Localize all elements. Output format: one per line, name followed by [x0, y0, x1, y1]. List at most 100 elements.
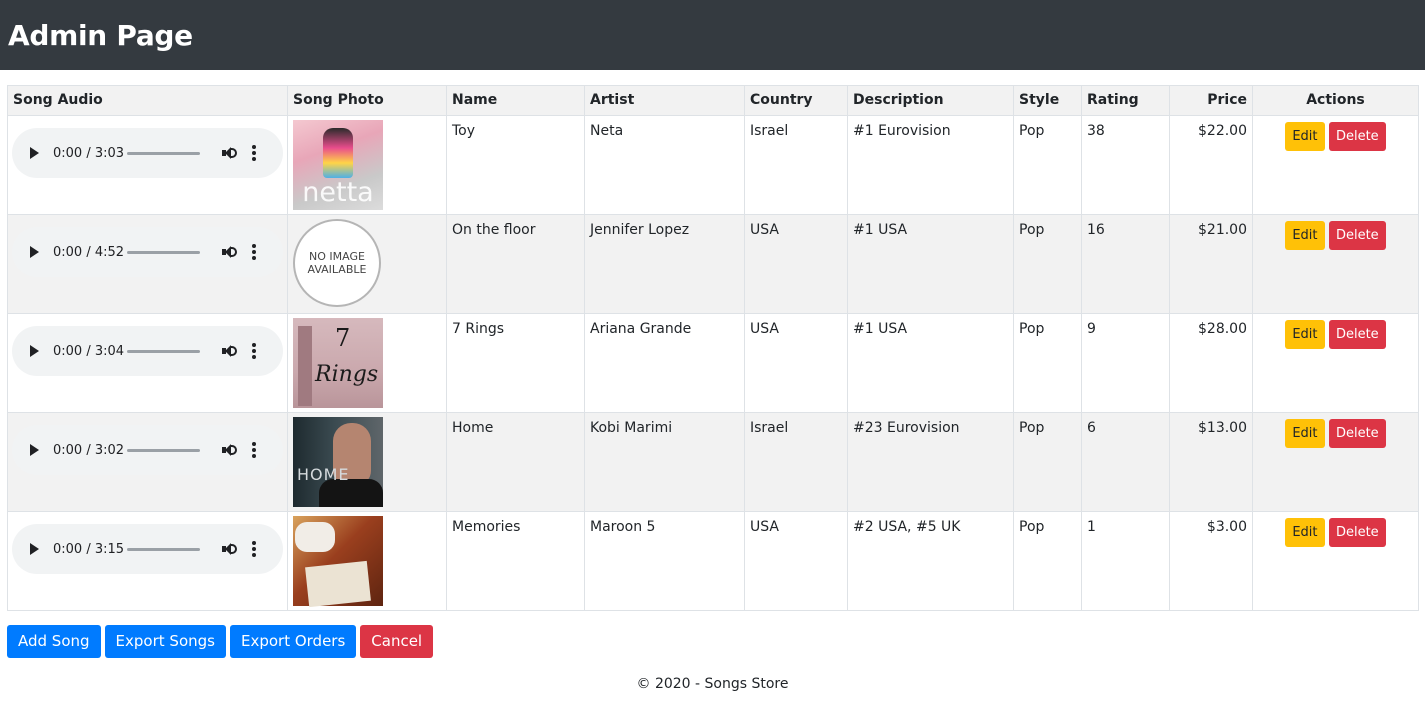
- song-name: 7 Rings: [446, 313, 585, 413]
- audio-cell: 0:00 / 3:02: [7, 412, 288, 512]
- audio-player[interactable]: 0:00 / 3:15: [12, 524, 283, 574]
- song-style: Pop: [1013, 511, 1082, 611]
- song-description: #2 USA, #5 UK: [847, 511, 1014, 611]
- play-icon[interactable]: [30, 444, 39, 456]
- song-description: #1 USA: [847, 214, 1014, 314]
- edit-button[interactable]: Edit: [1285, 221, 1325, 250]
- song-name: On the floor: [446, 214, 585, 314]
- column-header-photo: Song Photo: [287, 85, 447, 116]
- column-header-rating: Rating: [1081, 85, 1170, 116]
- song-country: USA: [744, 214, 848, 314]
- edit-button[interactable]: Edit: [1285, 320, 1325, 349]
- audio-seek-bar[interactable]: [127, 349, 200, 353]
- cancel-button[interactable]: Cancel: [360, 625, 434, 658]
- volume-icon[interactable]: [222, 443, 237, 457]
- song-artist: Maroon 5: [584, 511, 745, 611]
- song-country: USA: [744, 313, 848, 413]
- actions-cell: Edit Delete: [1252, 313, 1419, 413]
- audio-cell: 0:00 / 3:04: [7, 313, 288, 413]
- more-options-icon[interactable]: [252, 145, 256, 161]
- song-price: $28.00: [1169, 313, 1253, 413]
- column-header-name: Name: [446, 85, 585, 116]
- song-country: Israel: [744, 115, 848, 215]
- songs-table-container: Song Audio Song Photo Name Artist Countr…: [7, 85, 1419, 611]
- song-artist: Ariana Grande: [584, 313, 745, 413]
- song-name: Toy: [446, 115, 585, 215]
- actions-cell: Edit Delete: [1252, 115, 1419, 215]
- edit-button[interactable]: Edit: [1285, 419, 1325, 448]
- edit-button[interactable]: Edit: [1285, 122, 1325, 151]
- column-header-actions: Actions: [1252, 85, 1419, 116]
- song-price: $3.00: [1169, 511, 1253, 611]
- table-row: 0:00 / 3:03 netta Toy Neta Israel #1 Eur…: [7, 115, 1419, 215]
- column-header-price: Price: [1169, 85, 1253, 116]
- song-rating: 6: [1081, 412, 1170, 512]
- column-header-artist: Artist: [584, 85, 745, 116]
- export-songs-button[interactable]: Export Songs: [104, 625, 226, 658]
- delete-button[interactable]: Delete: [1328, 320, 1386, 349]
- export-orders-button[interactable]: Export Orders: [229, 625, 357, 658]
- audio-cell: 0:00 / 3:15: [7, 511, 288, 611]
- volume-icon[interactable]: [222, 146, 237, 160]
- audio-time: 0:00 / 3:02: [53, 442, 125, 458]
- album-cover-7-rings: 7 Rings: [293, 318, 383, 408]
- table-row: 0:00 / 3:02 HOME Home Kobi Marimi Israel…: [7, 412, 1419, 512]
- audio-seek-bar[interactable]: [127, 547, 200, 551]
- audio-seek-bar[interactable]: [127, 448, 200, 452]
- audio-player[interactable]: 0:00 / 3:02: [12, 425, 283, 475]
- audio-player[interactable]: 0:00 / 4:52: [12, 227, 283, 277]
- song-description: #1 USA: [847, 313, 1014, 413]
- more-options-icon[interactable]: [252, 343, 256, 359]
- play-icon[interactable]: [30, 246, 39, 258]
- play-icon[interactable]: [30, 147, 39, 159]
- actions-cell: Edit Delete: [1252, 511, 1419, 611]
- song-style: Pop: [1013, 214, 1082, 314]
- edit-button[interactable]: Edit: [1285, 518, 1325, 547]
- audio-seek-bar[interactable]: [127, 151, 200, 155]
- more-options-icon[interactable]: [252, 244, 256, 260]
- play-icon[interactable]: [30, 345, 39, 357]
- cover-text: HOME: [297, 465, 350, 484]
- delete-button[interactable]: Delete: [1328, 221, 1386, 250]
- delete-button[interactable]: Delete: [1328, 122, 1386, 151]
- column-header-country: Country: [744, 85, 848, 116]
- song-style: Pop: [1013, 313, 1082, 413]
- song-artist: Jennifer Lopez: [584, 214, 745, 314]
- song-rating: 1: [1081, 511, 1170, 611]
- volume-icon[interactable]: [222, 245, 237, 259]
- song-price: $22.00: [1169, 115, 1253, 215]
- photo-cell: [287, 511, 447, 611]
- song-style: Pop: [1013, 115, 1082, 215]
- song-country: USA: [744, 511, 848, 611]
- song-description: #23 Eurovision: [847, 412, 1014, 512]
- audio-time: 0:00 / 3:04: [53, 343, 125, 359]
- song-style: Pop: [1013, 412, 1082, 512]
- photo-cell: NO IMAGE AVAILABLE: [287, 214, 447, 314]
- column-header-audio: Song Audio: [7, 85, 288, 116]
- volume-icon[interactable]: [222, 344, 237, 358]
- audio-time: 0:00 / 4:52: [53, 244, 125, 260]
- audio-player[interactable]: 0:00 / 3:03: [12, 128, 283, 178]
- page-actions: Add Song Export Songs Export Orders Canc…: [7, 625, 434, 658]
- delete-button[interactable]: Delete: [1328, 419, 1386, 448]
- audio-seek-bar[interactable]: [127, 250, 200, 254]
- volume-icon[interactable]: [222, 542, 237, 556]
- song-name: Memories: [446, 511, 585, 611]
- song-artist: Kobi Marimi: [584, 412, 745, 512]
- add-song-button[interactable]: Add Song: [7, 625, 101, 658]
- audio-player[interactable]: 0:00 / 3:04: [12, 326, 283, 376]
- delete-button[interactable]: Delete: [1328, 518, 1386, 547]
- photo-cell: netta: [287, 115, 447, 215]
- page-title: Admin Page: [8, 18, 193, 52]
- audio-cell: 0:00 / 3:03: [7, 115, 288, 215]
- photo-cell: 7 Rings: [287, 313, 447, 413]
- more-options-icon[interactable]: [252, 541, 256, 557]
- photo-cell: HOME: [287, 412, 447, 512]
- song-artist: Neta: [584, 115, 745, 215]
- play-icon[interactable]: [30, 543, 39, 555]
- cover-text: netta: [302, 177, 374, 208]
- song-rating: 9: [1081, 313, 1170, 413]
- song-price: $21.00: [1169, 214, 1253, 314]
- more-options-icon[interactable]: [252, 442, 256, 458]
- cover-text: 7: [335, 324, 351, 352]
